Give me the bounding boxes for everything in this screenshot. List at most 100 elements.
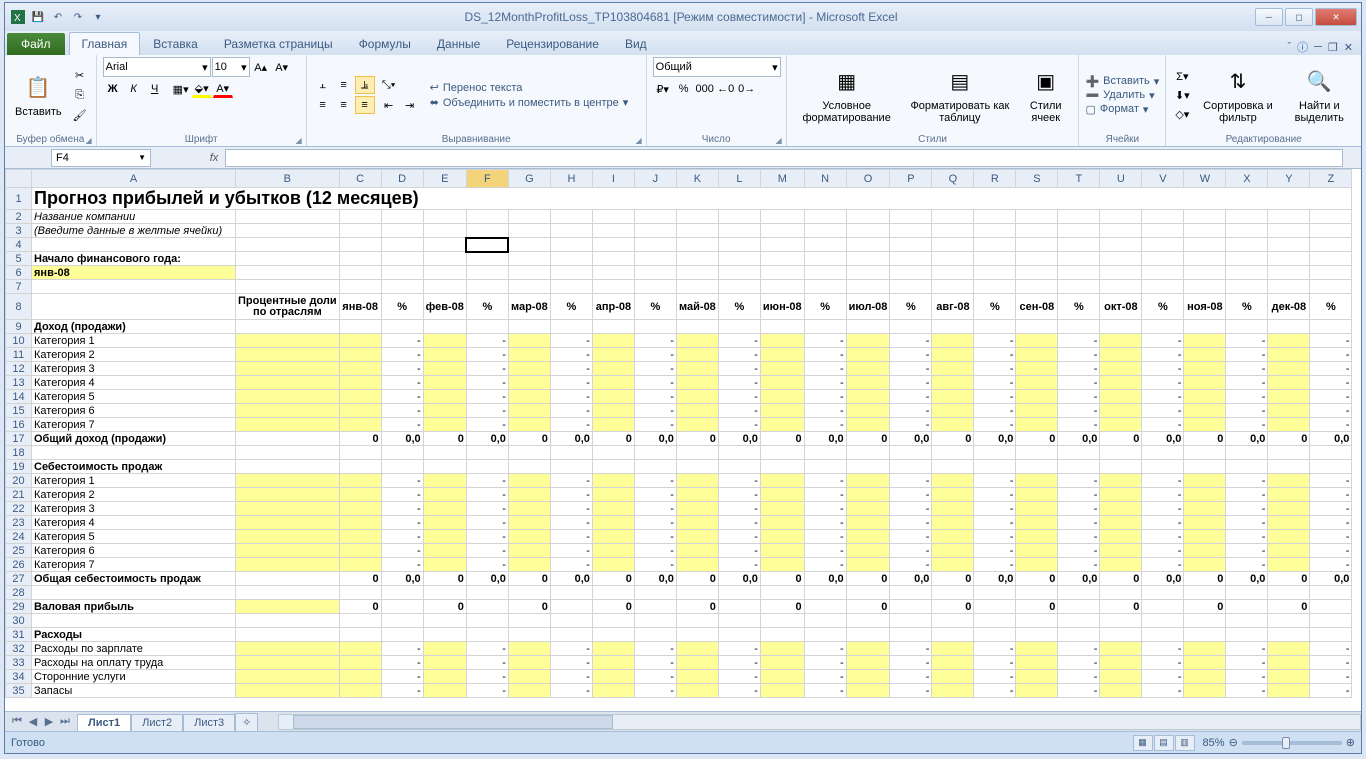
cell[interactable] (1142, 210, 1184, 224)
cell[interactable]: - (381, 376, 423, 390)
cell[interactable]: 0 (339, 432, 381, 446)
cell[interactable] (634, 600, 676, 614)
cell[interactable]: сен-08 (1016, 294, 1058, 320)
row-header-25[interactable]: 25 (6, 544, 32, 558)
cell[interactable]: - (804, 348, 846, 362)
cell[interactable] (634, 238, 676, 252)
col-header-W[interactable]: W (1184, 170, 1226, 188)
cell[interactable]: % (718, 294, 760, 320)
cell[interactable]: - (466, 544, 508, 558)
cell[interactable]: - (804, 474, 846, 488)
cell[interactable] (932, 642, 974, 656)
cell[interactable]: 0,0 (718, 572, 760, 586)
cell[interactable]: - (381, 348, 423, 362)
cell[interactable] (1268, 418, 1310, 432)
cell[interactable]: - (466, 530, 508, 544)
cell[interactable] (932, 376, 974, 390)
cell[interactable]: - (718, 642, 760, 656)
col-header-Z[interactable]: Z (1310, 170, 1352, 188)
cell[interactable] (339, 446, 381, 460)
cell[interactable] (760, 334, 804, 348)
cell[interactable]: - (974, 558, 1016, 572)
cell[interactable]: - (890, 656, 932, 670)
cell[interactable] (550, 266, 592, 280)
cut-button[interactable]: ✂ (70, 66, 90, 84)
cell[interactable] (339, 266, 381, 280)
cell[interactable] (508, 488, 550, 502)
cell[interactable]: - (1226, 418, 1268, 432)
cell[interactable]: % (890, 294, 932, 320)
cell[interactable] (339, 544, 381, 558)
cell[interactable] (423, 224, 466, 238)
zoom-slider[interactable] (1242, 741, 1342, 745)
cell[interactable] (1100, 488, 1142, 502)
cell[interactable] (676, 418, 718, 432)
cell[interactable] (718, 238, 760, 252)
cell[interactable]: - (1058, 418, 1100, 432)
cell[interactable] (423, 586, 466, 600)
cell[interactable] (846, 628, 890, 642)
cell[interactable] (236, 252, 340, 266)
cell[interactable]: - (1058, 334, 1100, 348)
cell[interactable]: 0 (1016, 432, 1058, 446)
cell[interactable] (974, 238, 1016, 252)
cell[interactable]: 0,0 (1310, 432, 1352, 446)
cell[interactable] (339, 418, 381, 432)
cell[interactable]: - (550, 404, 592, 418)
cell[interactable] (804, 238, 846, 252)
cell[interactable]: - (718, 656, 760, 670)
cell[interactable]: янв-08 (32, 266, 236, 280)
cell[interactable] (1100, 586, 1142, 600)
cell[interactable]: - (1310, 684, 1352, 698)
cell[interactable]: - (466, 642, 508, 656)
cell[interactable]: - (634, 376, 676, 390)
italic-button[interactable]: К (124, 80, 144, 98)
cell[interactable]: - (1226, 404, 1268, 418)
row-header-7[interactable]: 7 (6, 280, 32, 294)
cell[interactable] (592, 670, 634, 684)
cell[interactable]: - (1226, 684, 1268, 698)
cell[interactable] (236, 320, 340, 334)
col-header-B[interactable]: B (236, 170, 340, 188)
cell[interactable] (718, 628, 760, 642)
cell[interactable] (846, 544, 890, 558)
cell[interactable]: % (1058, 294, 1100, 320)
cell[interactable]: - (550, 656, 592, 670)
cell[interactable] (508, 390, 550, 404)
cell[interactable]: 0,0 (1058, 572, 1100, 586)
cell[interactable]: - (890, 362, 932, 376)
cell[interactable]: - (1058, 516, 1100, 530)
cell[interactable]: 0 (760, 432, 804, 446)
cell[interactable]: - (550, 530, 592, 544)
cell[interactable]: 0 (339, 600, 381, 614)
cell[interactable] (890, 238, 932, 252)
cell[interactable]: - (1226, 502, 1268, 516)
wrap-text-button[interactable]: ↩Перенос текста (430, 81, 629, 94)
cell[interactable] (676, 334, 718, 348)
cell[interactable] (1184, 460, 1226, 474)
cell[interactable] (1016, 320, 1058, 334)
cell[interactable] (1016, 252, 1058, 266)
cell[interactable]: - (634, 418, 676, 432)
cell[interactable]: - (890, 348, 932, 362)
cell[interactable] (339, 362, 381, 376)
cell[interactable] (1058, 224, 1100, 238)
cell[interactable] (381, 224, 423, 238)
font-color-button[interactable]: A▾ (213, 80, 233, 98)
cell[interactable] (339, 280, 381, 294)
cell[interactable] (1226, 628, 1268, 642)
cell[interactable]: - (718, 502, 760, 516)
cell[interactable] (1058, 586, 1100, 600)
cell[interactable] (1184, 656, 1226, 670)
cell[interactable] (634, 280, 676, 294)
cell[interactable] (932, 390, 974, 404)
cell[interactable]: 0,0 (634, 432, 676, 446)
cell[interactable] (1310, 210, 1352, 224)
cell[interactable] (760, 404, 804, 418)
cell[interactable]: 0 (1184, 432, 1226, 446)
cell[interactable] (32, 294, 236, 320)
cell[interactable]: Процентные долипо отраслям (236, 294, 340, 320)
cell[interactable]: - (718, 558, 760, 572)
cell[interactable]: Сторонние услуги (32, 670, 236, 684)
col-header-F[interactable]: F (466, 170, 508, 188)
